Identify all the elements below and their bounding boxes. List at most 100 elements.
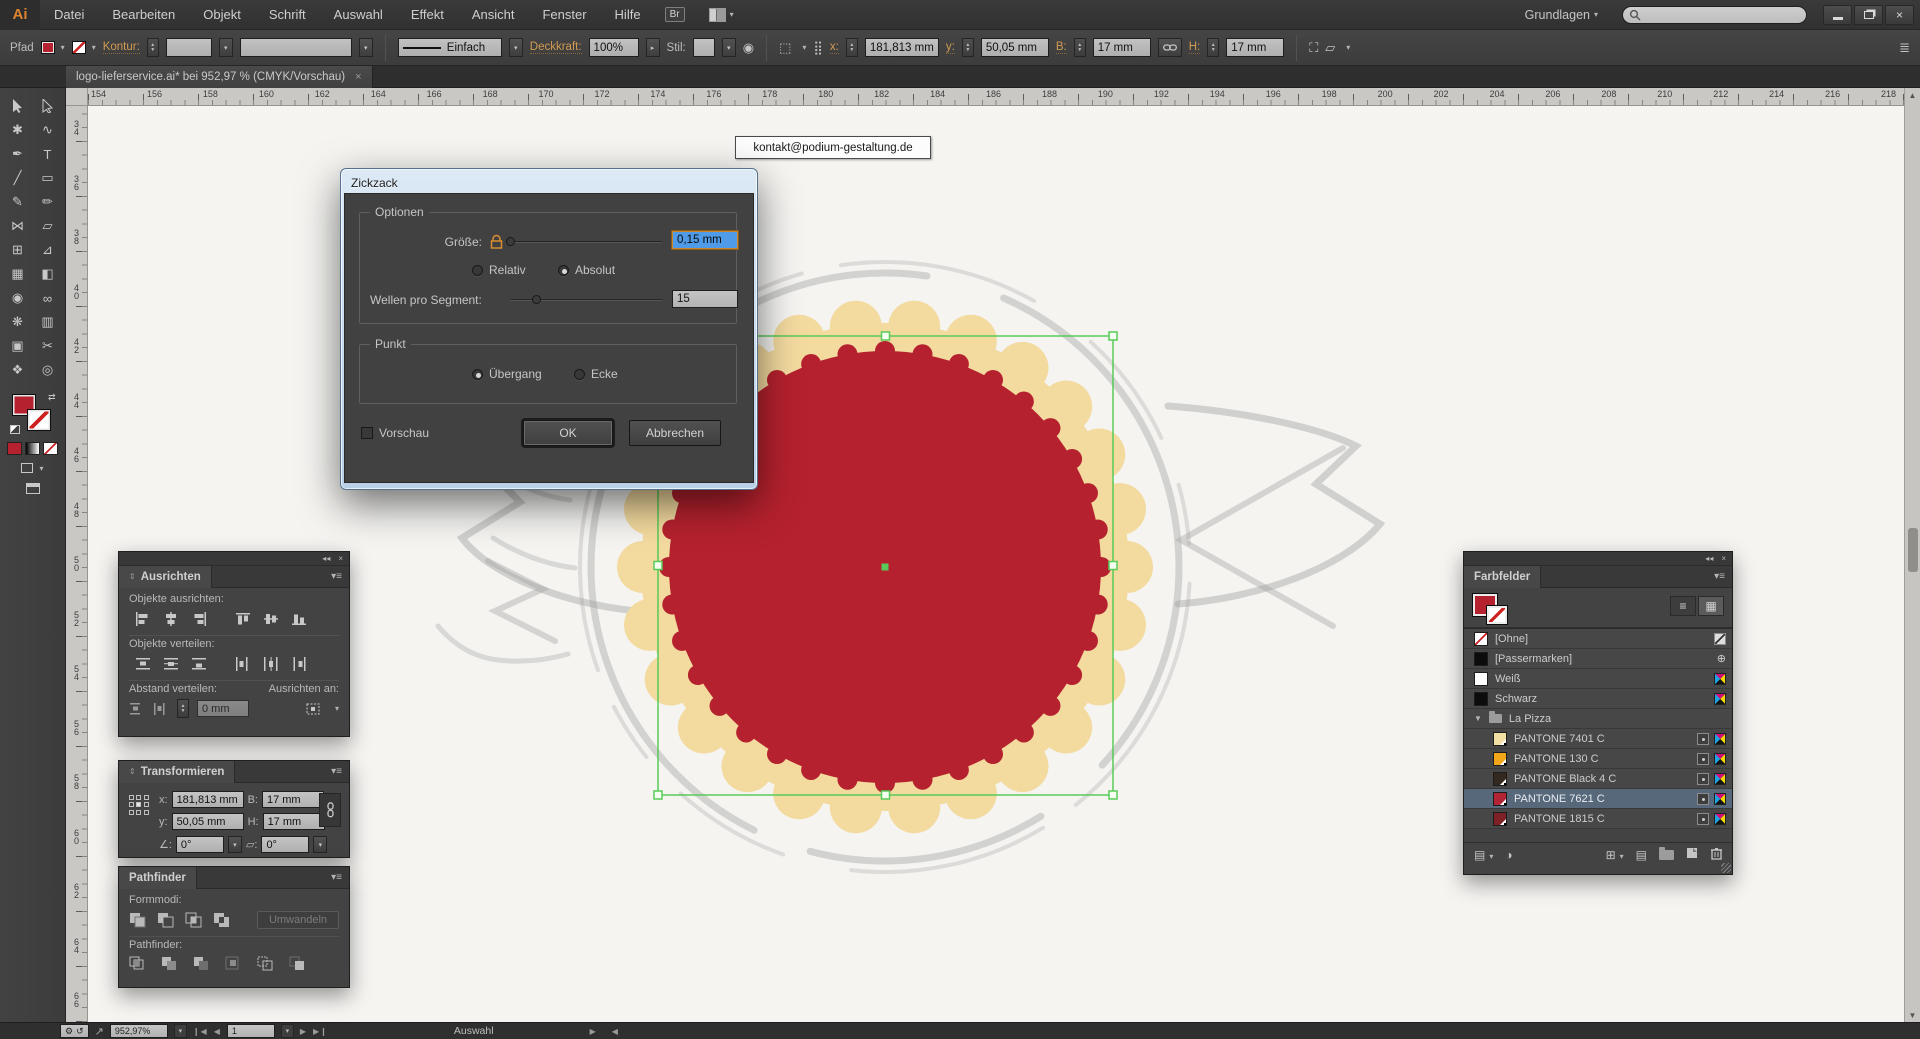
menu-item[interactable]: Ansicht	[458, 0, 529, 30]
divide-button[interactable]	[129, 956, 147, 972]
distribute-bottom-button[interactable]	[185, 654, 213, 674]
swatch-group-row[interactable]: ▼ La Pizza	[1464, 709, 1732, 729]
horizontal-spacing-button[interactable]	[153, 702, 169, 716]
x-field[interactable]: 181,813 mm	[172, 791, 244, 808]
list-view-button[interactable]: ≡	[1670, 596, 1696, 616]
new-color-group-button[interactable]: ⊞▾	[1606, 848, 1624, 862]
mesh-tool[interactable]: ▦	[3, 262, 33, 286]
swatch-row-pantone[interactable]: PANTONE Black 4 C	[1464, 769, 1732, 789]
previous-artboard-button[interactable]: ◀	[214, 1027, 221, 1036]
panel-menu-icon[interactable]: ▾≡	[331, 571, 349, 582]
gradient-tool[interactable]: ◧	[33, 262, 63, 286]
trim-button[interactable]	[161, 956, 179, 972]
opacity-dropdown[interactable]: ▸	[646, 38, 660, 57]
recolor-artwork-icon[interactable]: ◉	[743, 40, 754, 56]
height-field[interactable]: 17 mm	[1226, 38, 1284, 57]
document-tab[interactable]: logo-lieferservice.ai* bei 952,97 % (CMY…	[66, 66, 373, 88]
brush-dropdown[interactable]: ▾	[509, 38, 523, 57]
menu-item[interactable]: Bearbeiten	[98, 0, 189, 30]
swatch-row-black[interactable]: Schwarz	[1464, 689, 1732, 709]
preview-checkbox[interactable]: Vorschau	[361, 426, 429, 440]
disclosure-triangle-icon[interactable]: ▼	[1474, 714, 1482, 723]
screen-mode-button[interactable]	[26, 483, 40, 494]
menu-item[interactable]: Schrift	[255, 0, 320, 30]
isolate-selection-icon[interactable]: ⬚	[779, 40, 791, 56]
y-field[interactable]: 50,05 mm	[981, 38, 1049, 57]
menu-item[interactable]: Hilfe	[601, 0, 655, 30]
artboard-dropdown[interactable]: ▾	[281, 1024, 294, 1038]
free-transform-icon[interactable]: ⛶	[1309, 40, 1318, 56]
shape-properties-icon[interactable]: ▱	[1325, 40, 1335, 56]
scroll-left-icon[interactable]: ◀	[612, 1027, 618, 1036]
symbol-sprayer-tool[interactable]: ❋	[3, 310, 33, 334]
size-slider-knob[interactable]	[506, 237, 515, 246]
line-segment-tool[interactable]: ╱	[3, 166, 33, 190]
close-icon[interactable]: ×	[1721, 554, 1726, 563]
menu-item[interactable]: Objekt	[189, 0, 255, 30]
artboard-number-field[interactable]: 1	[227, 1024, 275, 1038]
shape-builder-tool[interactable]: ⊞	[3, 238, 33, 262]
rotate-dropdown[interactable]: ▾	[228, 836, 242, 853]
ridges-slider-knob[interactable]	[532, 295, 541, 304]
paintbrush-tool[interactable]: ✎	[3, 190, 33, 214]
width-field[interactable]: 17 mm	[1093, 38, 1151, 57]
ridges-field[interactable]: 15	[672, 290, 738, 308]
variable-width-profile-field[interactable]	[240, 38, 352, 57]
swatch-row-pantone[interactable]: PANTONE 130 C	[1464, 749, 1732, 769]
swatch-row-none[interactable]: [Ohne]	[1464, 629, 1732, 649]
intersect-button[interactable]	[185, 912, 203, 928]
panel-menu-icon[interactable]: ▾≡	[331, 872, 349, 883]
align-right-button[interactable]	[185, 609, 213, 629]
profile-dropdown[interactable]: ▾	[359, 38, 373, 57]
restore-button[interactable]	[1854, 5, 1883, 25]
spacing-stepper[interactable]	[177, 699, 189, 718]
crop-button[interactable]	[225, 956, 243, 972]
status-menu-icon[interactable]: ▶	[590, 1027, 596, 1036]
reference-point-icon[interactable]: ⣿	[813, 40, 823, 56]
color-button[interactable]	[7, 442, 22, 455]
drawing-modes-button[interactable]: ▾	[21, 463, 43, 473]
new-folder-button[interactable]	[1659, 850, 1674, 860]
stroke-color-proxy[interactable]	[27, 409, 51, 431]
resize-grip[interactable]	[1721, 863, 1731, 873]
slice-tool[interactable]: ✂	[33, 334, 63, 358]
merge-button[interactable]	[193, 956, 211, 972]
zoom-tool[interactable]: ◎	[33, 358, 63, 382]
swatch-options-button[interactable]: ▤	[1636, 848, 1647, 862]
next-artboard-button[interactable]: ▶	[300, 1027, 307, 1036]
align-vcenter-button[interactable]	[257, 609, 285, 629]
blend-tool[interactable]: ∞	[33, 286, 63, 310]
vertical-ruler[interactable]: 3436384042444648505254565860626466	[66, 106, 88, 1022]
bridge-button[interactable]: Br	[665, 7, 685, 22]
radio-smooth[interactable]: Übergang	[472, 367, 542, 381]
scroll-down-icon[interactable]: ▼	[1909, 1008, 1917, 1022]
artboard-tool[interactable]: ▣	[3, 334, 33, 358]
minus-back-button[interactable]	[289, 956, 307, 972]
minus-front-button[interactable]	[157, 912, 175, 928]
width-stepper[interactable]	[1074, 38, 1086, 57]
distribute-vcenter-button[interactable]	[157, 654, 185, 674]
constrain-proportions-button[interactable]	[319, 793, 341, 827]
lasso-tool[interactable]: ∿	[33, 118, 63, 142]
align-left-button[interactable]	[129, 609, 157, 629]
brush-definition-field[interactable]: Einfach	[398, 38, 502, 57]
menu-item[interactable]: Fenster	[528, 0, 600, 30]
stroke-weight-label[interactable]: Kontur:	[103, 41, 140, 54]
expand-button[interactable]: Umwandeln	[257, 911, 339, 929]
direct-selection-tool[interactable]	[33, 94, 63, 118]
none-button[interactable]	[43, 442, 58, 455]
horizontal-ruler[interactable]: 1541561581601621641661681701721741761781…	[88, 88, 1904, 106]
width-field[interactable]: 17 mm	[262, 791, 324, 808]
new-swatch-button[interactable]	[1686, 847, 1699, 862]
share-icon[interactable]: ↗	[95, 1025, 104, 1038]
default-fill-stroke-icon[interactable]	[10, 425, 20, 434]
search-input[interactable]	[1622, 6, 1807, 24]
distribute-right-button[interactable]	[285, 654, 313, 674]
align-to-selection-button[interactable]	[305, 702, 323, 716]
menu-item[interactable]: Effekt	[397, 0, 458, 30]
swatch-row-white[interactable]: Weiß	[1464, 669, 1732, 689]
dialog-title-bar[interactable]: Zickzack	[344, 172, 754, 193]
stroke-weight-field[interactable]	[166, 38, 212, 57]
close-button[interactable]: ×	[1885, 5, 1914, 25]
shear-field[interactable]: 0°	[261, 836, 309, 853]
